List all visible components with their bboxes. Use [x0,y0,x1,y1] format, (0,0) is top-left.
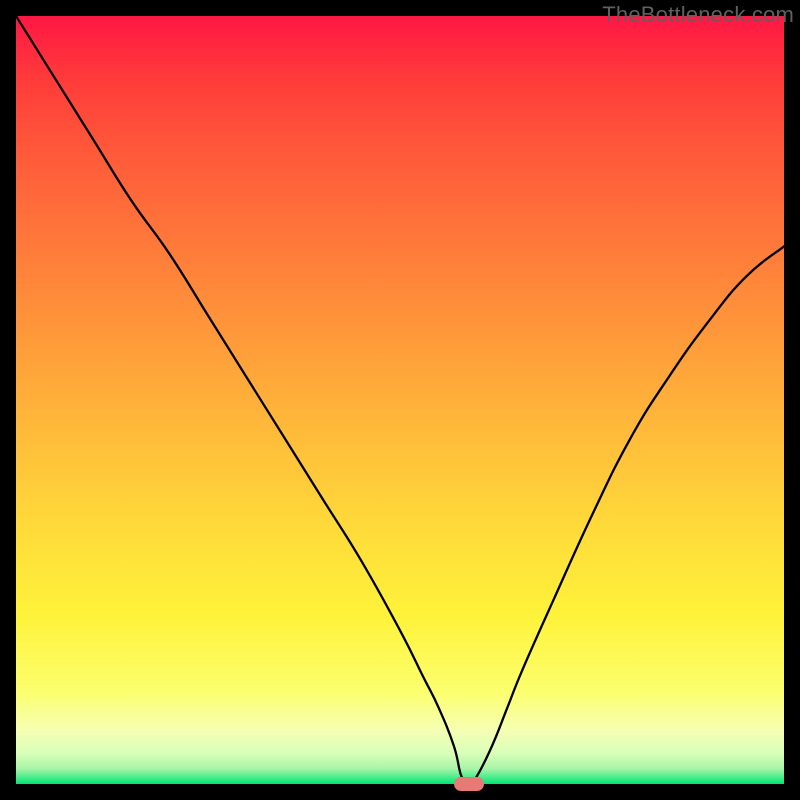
watermark-text: TheBottleneck.com [602,2,794,28]
optimum-marker [454,777,484,791]
plot-area [16,16,784,784]
curve-svg [16,16,784,784]
chart-frame: TheBottleneck.com [0,0,800,800]
bottleneck-curve [16,16,784,784]
